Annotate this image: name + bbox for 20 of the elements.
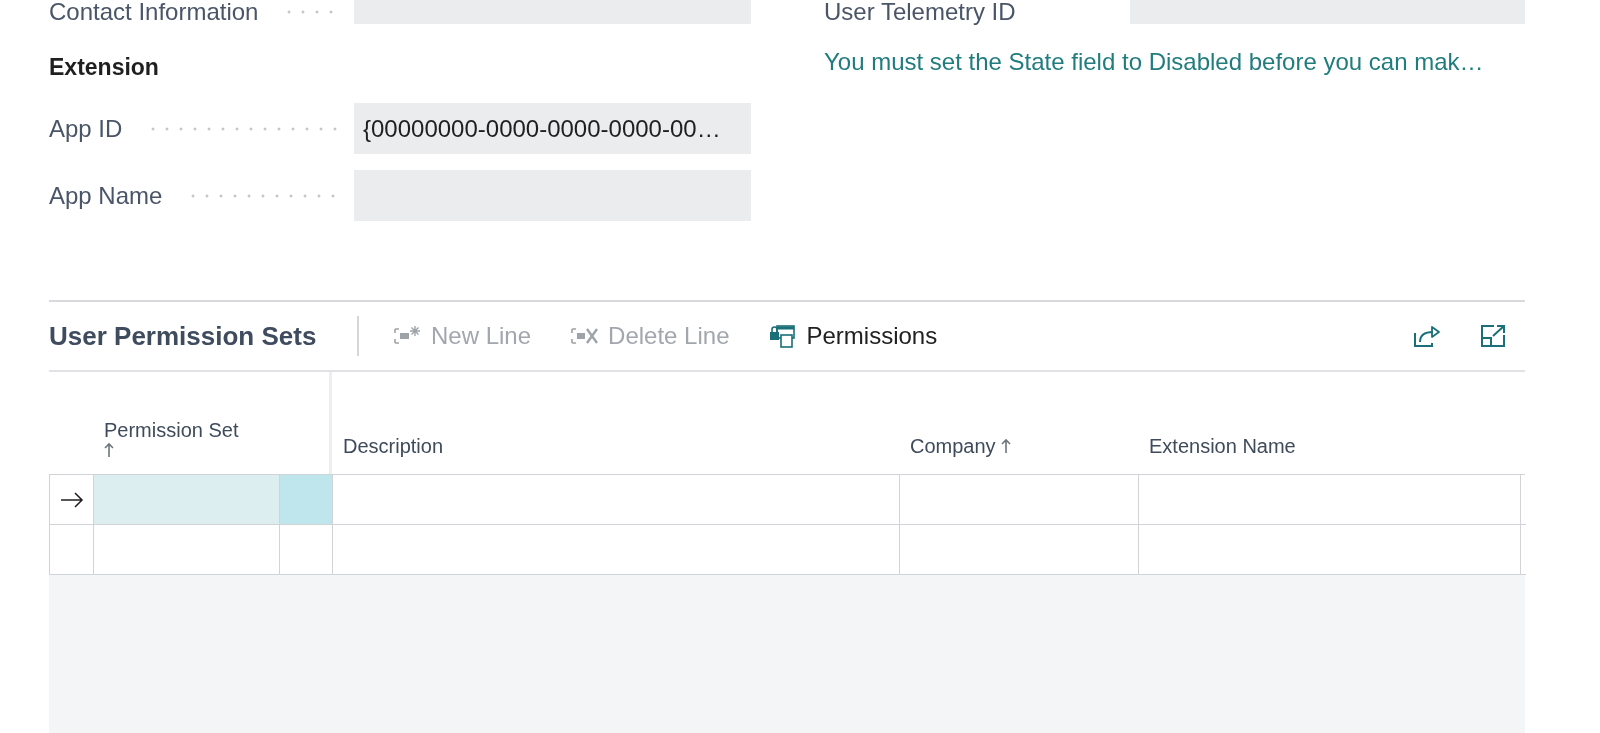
up-arrow-icon xyxy=(104,442,114,458)
delete-line-icon xyxy=(570,325,599,347)
field-label: App Name xyxy=(49,183,163,208)
new-line-icon xyxy=(393,325,421,347)
column-header[interactable]: Extension Name xyxy=(1149,434,1296,458)
column-header[interactable]: Permission Set xyxy=(104,418,250,458)
share-icon xyxy=(1413,324,1441,348)
column-header[interactable]: Company xyxy=(910,434,1011,458)
toolbar-button[interactable]: Permissions xyxy=(762,314,944,358)
lock-windows-icon xyxy=(768,323,797,349)
field-label: App ID xyxy=(49,116,123,141)
section-heading: Extension xyxy=(49,55,159,79)
field-label: User Telemetry ID xyxy=(824,0,1016,24)
field-label: Contact Information xyxy=(49,0,259,24)
notice-text: You must set the State field to Disabled before you can mak… xyxy=(824,48,1484,75)
text-field[interactable]: {00000000-0000-0000-0000-00… xyxy=(354,103,751,154)
column-header[interactable]: Description xyxy=(343,434,444,458)
up-arrow-icon xyxy=(1000,438,1011,454)
expand-icon xyxy=(1480,324,1506,348)
subpage-title: User Permission Sets xyxy=(49,320,317,351)
